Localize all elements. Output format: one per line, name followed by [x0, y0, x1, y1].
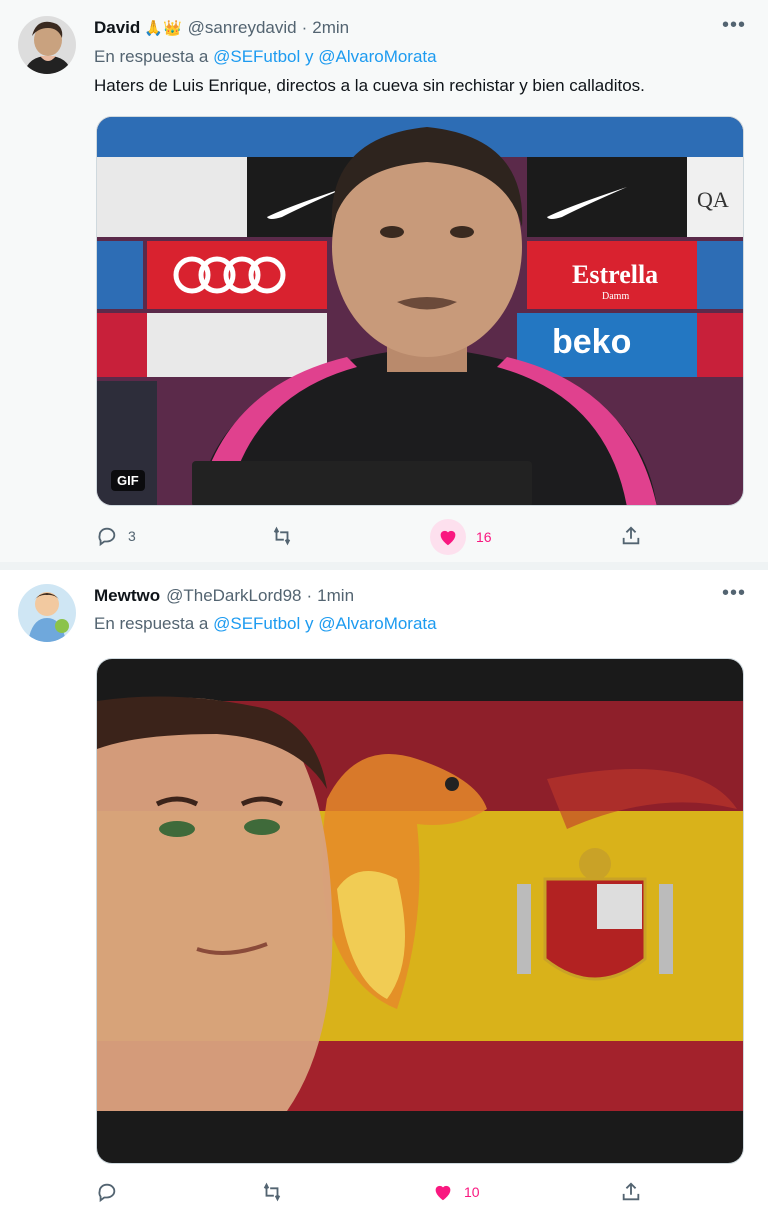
- mention-link[interactable]: @AlvaroMorata: [318, 614, 436, 633]
- retweet-button[interactable]: [261, 1181, 293, 1203]
- mention-link[interactable]: @SEFutbol: [213, 47, 300, 66]
- retweet-button[interactable]: [271, 525, 303, 547]
- tweet-2[interactable]: Mewtwo @TheDarkLord98 · 1min ••• En resp…: [0, 570, 768, 1220]
- retweet-icon: [263, 1182, 281, 1202]
- share-icon: [622, 1182, 640, 1201]
- like-button[interactable]: 16: [430, 519, 492, 555]
- share-icon: [622, 526, 640, 545]
- more-icon[interactable]: •••: [722, 582, 746, 605]
- tweet-header: David 🙏👑 @sanreydavid · 2min: [94, 17, 349, 39]
- mention-link[interactable]: @SEFutbol: [213, 614, 300, 633]
- more-icon[interactable]: •••: [722, 14, 746, 37]
- reply-button[interactable]: [96, 1181, 128, 1203]
- display-name[interactable]: David: [94, 18, 140, 38]
- reply-prefix: En respuesta a: [94, 47, 209, 66]
- press-conference-image: Estrella Damm beko QA: [97, 117, 743, 505]
- tweet-separator: [0, 562, 768, 570]
- mention-conjunction: y: [305, 614, 314, 633]
- share-button[interactable]: [620, 1181, 642, 1203]
- like-count: 10: [464, 1184, 480, 1200]
- mention-link[interactable]: @AlvaroMorata: [318, 47, 436, 66]
- name-emoji: 🙏👑: [144, 20, 182, 37]
- tweet-media-gif[interactable]: Estrella Damm beko QA GIF: [96, 116, 744, 506]
- sponsor-estrella: Estrella: [572, 260, 658, 289]
- reply-context: En respuesta a @SEFutbol y @AlvaroMorata: [94, 47, 437, 67]
- tweet-header: Mewtwo @TheDarkLord98 · 1min: [94, 585, 354, 607]
- user-handle[interactable]: @TheDarkLord98: [166, 586, 301, 606]
- user-handle[interactable]: @sanreydavid: [188, 18, 297, 38]
- meme-image: [97, 659, 743, 1163]
- reply-context: En respuesta a @SEFutbol y @AlvaroMorata: [94, 614, 437, 634]
- reply-prefix: En respuesta a: [94, 614, 209, 633]
- share-button[interactable]: [620, 525, 642, 547]
- sponsor-damm: Damm: [602, 291, 629, 302]
- gif-badge: GIF: [111, 470, 145, 491]
- avatar[interactable]: [18, 584, 76, 642]
- reply-count: 3: [128, 528, 136, 544]
- like-button[interactable]: 10: [432, 1181, 480, 1203]
- tweet-text: Haters de Luis Enrique, directos a la cu…: [94, 76, 645, 95]
- mention-conjunction: y: [305, 47, 314, 66]
- like-count: 16: [476, 529, 492, 545]
- reply-icon: [98, 527, 116, 547]
- retweet-icon: [273, 526, 291, 546]
- display-name[interactable]: Mewtwo: [94, 586, 160, 606]
- tweet-time[interactable]: 2min: [312, 18, 349, 38]
- sponsor-qatar: QA: [697, 187, 729, 212]
- tweet-actions: 10: [96, 1178, 656, 1208]
- separator-dot: ·: [301, 18, 308, 37]
- avatar[interactable]: [18, 16, 76, 74]
- tweet-media-image[interactable]: [96, 658, 744, 1164]
- tweet-time[interactable]: 1min: [317, 586, 354, 606]
- sponsor-beko: beko: [552, 323, 631, 361]
- tweet-1[interactable]: David 🙏👑 @sanreydavid · 2min ••• En resp…: [0, 0, 768, 562]
- tweet-actions: 3 16: [96, 519, 656, 555]
- heart-icon: [440, 530, 456, 546]
- heart-icon: [435, 1185, 451, 1201]
- reply-icon: [98, 1183, 116, 1203]
- separator-dot: ·: [306, 586, 313, 605]
- reply-button[interactable]: 3: [96, 525, 136, 547]
